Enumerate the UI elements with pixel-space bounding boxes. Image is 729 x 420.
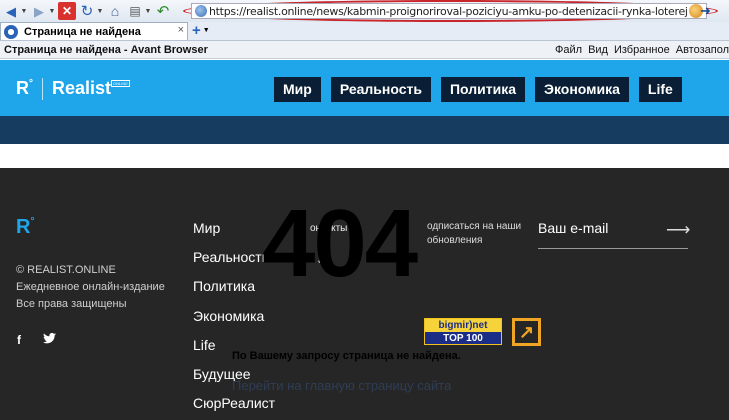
page-icon bbox=[4, 24, 18, 39]
tab-close-icon[interactable]: × bbox=[178, 24, 184, 36]
site-logo-name[interactable]: Realist bbox=[52, 78, 111, 99]
new-tab-icon[interactable]: + bbox=[192, 22, 201, 40]
globe-icon bbox=[195, 5, 207, 17]
nav-item-politika[interactable]: Политика bbox=[440, 77, 525, 102]
refresh-icon[interactable]: ↻ bbox=[78, 2, 96, 20]
error-message: По Вашему запросу страница не найдена. bbox=[232, 350, 461, 362]
footer-copyright: © REALIST.ONLINE bbox=[16, 264, 116, 276]
external-link-icon[interactable]: ↗ bbox=[512, 318, 541, 346]
home-link[interactable]: Перейти на главную страницу сайта bbox=[232, 378, 451, 393]
forward-icon[interactable]: ▶ bbox=[30, 2, 48, 20]
forward-dropdown-icon[interactable]: ▼ bbox=[48, 8, 56, 15]
tab-active[interactable]: Страница не найдена × bbox=[0, 22, 188, 40]
footer-info: © REALIST.ONLINE Ежедневное онлайн-издан… bbox=[16, 262, 165, 313]
header-strip bbox=[0, 116, 729, 144]
menu-favorites[interactable]: Избранное bbox=[614, 44, 670, 56]
address-url[interactable]: https://realist.online/news/kabmin-proig… bbox=[207, 5, 689, 18]
site-logo-mark[interactable]: R° bbox=[16, 78, 33, 99]
browser-window: ◀ ▼ ▶ ▼ ✕ ↻ ▼ ⌂ ▤ ▼ ↶ https://realist.on… bbox=[0, 0, 729, 420]
facebook-icon[interactable]: f bbox=[17, 333, 21, 347]
address-bar-container: https://realist.online/news/kabmin-proig… bbox=[183, 0, 718, 22]
site-header: R° Realist ONLINE Мир Реальность Политик… bbox=[0, 60, 729, 116]
menu-bar: Файл Вид Избранное Автозапол bbox=[549, 41, 729, 59]
home-icon[interactable]: ⌂ bbox=[106, 2, 124, 20]
logo-divider bbox=[42, 78, 43, 100]
footer-logo[interactable]: R° bbox=[16, 216, 34, 239]
footer-link-ekonomika[interactable]: Экономика bbox=[193, 302, 275, 331]
browser-toolbar: ◀ ▼ ▶ ▼ ✕ ↻ ▼ ⌂ ▤ ▼ ↶ https://realist.on… bbox=[0, 0, 729, 22]
content-gap bbox=[0, 144, 729, 168]
site-footer: R° © REALIST.ONLINE Ежедневное онлайн-из… bbox=[0, 168, 729, 420]
window-title: Страница не найдена - Avant Browser bbox=[4, 43, 208, 56]
bigmir-counter[interactable]: bigmir)net TOP 100 bbox=[424, 318, 502, 345]
menu-autofill[interactable]: Автозапол bbox=[676, 44, 729, 56]
print-icon[interactable]: ▤ bbox=[126, 2, 144, 20]
nav-item-realnost[interactable]: Реальность bbox=[330, 77, 431, 102]
refresh-dropdown-icon[interactable]: ▼ bbox=[96, 8, 104, 15]
nav-item-life[interactable]: Life bbox=[638, 77, 682, 102]
twitter-icon[interactable] bbox=[43, 332, 56, 347]
footer-tagline: Ежедневное онлайн-издание bbox=[16, 281, 165, 293]
email-field[interactable]: Ваш e-mail bbox=[538, 220, 608, 236]
stop-icon[interactable]: ✕ bbox=[58, 2, 76, 20]
subscribe-label: одписаться на наши обновления bbox=[427, 221, 522, 246]
logo-badge: ONLINE bbox=[111, 80, 130, 87]
email-underline bbox=[538, 248, 688, 249]
logo-letter: R bbox=[16, 78, 29, 98]
main-nav: Мир Реальность Политика Экономика Life bbox=[274, 77, 692, 102]
address-bar[interactable]: https://realist.online/news/kabmin-proig… bbox=[191, 3, 707, 19]
footer-logo-degree: ° bbox=[30, 216, 35, 227]
nav-item-ekonomika[interactable]: Экономика bbox=[535, 77, 629, 102]
submit-arrow-icon[interactable]: ⟶ bbox=[666, 220, 690, 240]
logo-degree: ° bbox=[29, 78, 33, 89]
menu-file[interactable]: Файл bbox=[555, 44, 582, 56]
bigmir-label: TOP 100 bbox=[443, 333, 483, 344]
menu-view[interactable]: Вид bbox=[588, 44, 608, 56]
back-dropdown-icon[interactable]: ▼ bbox=[20, 8, 28, 15]
back-icon[interactable]: ◀ bbox=[2, 2, 20, 20]
footer-logo-letter: R bbox=[16, 216, 31, 238]
footer-link-syurrealist[interactable]: СюрРеалист bbox=[193, 389, 275, 418]
title-bar: Страница не найдена - Avant Browser Файл… bbox=[0, 41, 729, 59]
new-tab-dropdown-icon[interactable]: ▼ bbox=[203, 22, 210, 40]
tab-title: Страница не найдена bbox=[24, 25, 141, 38]
error-code: 404 bbox=[262, 190, 418, 297]
tab-bar: Страница не найдена × + ▼ bbox=[0, 22, 729, 41]
footer-rights: Все права защищены bbox=[16, 298, 127, 310]
undo-icon[interactable]: ↶ bbox=[154, 2, 172, 20]
twitter-bird-icon bbox=[43, 332, 56, 344]
go-arrow-icon[interactable]: ➜ bbox=[700, 3, 711, 19]
print-dropdown-icon[interactable]: ▼ bbox=[144, 8, 152, 15]
bigmir-brand: bigmir)net bbox=[425, 319, 501, 332]
nav-item-mir[interactable]: Мир bbox=[274, 77, 321, 102]
social-links: f bbox=[17, 332, 78, 347]
